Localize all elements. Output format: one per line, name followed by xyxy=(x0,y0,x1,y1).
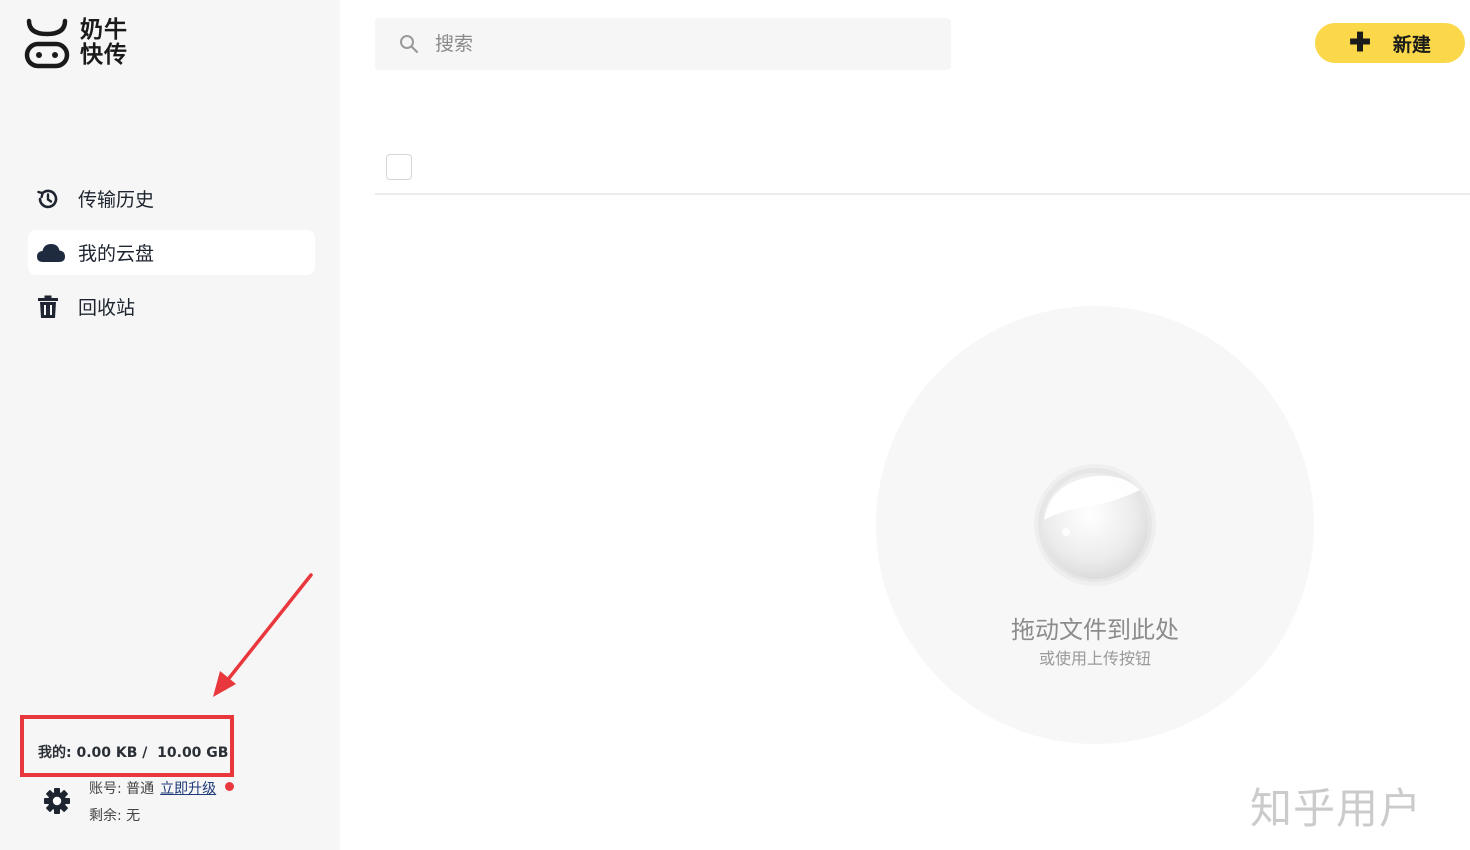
account-panel: 账号: 普通 立即升级 剩余: 无 xyxy=(38,776,298,836)
search-bar xyxy=(375,18,951,70)
sidebar-item-label: 回收站 xyxy=(78,297,136,319)
logo: 奶牛 快传 xyxy=(24,16,144,76)
drop-zone-title: 拖动文件到此处 xyxy=(1011,616,1179,644)
file-list-header xyxy=(375,140,1470,195)
cow-logo-icon xyxy=(24,18,70,69)
notification-dot xyxy=(225,782,235,791)
trash-icon xyxy=(36,295,66,319)
upgrade-link[interactable]: 立即升级 xyxy=(160,781,216,797)
plus-icon: ✚ xyxy=(1349,27,1371,57)
sidebar-item-transfer-history[interactable]: 传输历史 xyxy=(28,176,315,221)
brand-line-1: 奶牛 xyxy=(80,17,128,43)
app-window: 奶牛 快传 传输历史 我的云盘 回收站 我的: 0.00 KB / 10.00 … xyxy=(0,0,1470,850)
sidebar-item-my-cloud[interactable]: 我的云盘 xyxy=(28,230,315,275)
sidebar-item-label: 传输历史 xyxy=(78,189,155,211)
account-type: 账号: 普通 xyxy=(89,781,155,797)
drop-zone[interactable]: 拖动文件到此处 或使用上传按钮 xyxy=(876,306,1314,744)
new-button-label: 新建 xyxy=(1392,34,1431,56)
cloud-icon xyxy=(36,241,66,265)
drop-zone-subtitle: 或使用上传按钮 xyxy=(1038,649,1151,668)
new-button[interactable]: ✚ 新建 xyxy=(1315,23,1465,63)
account-type-line: 账号: 普通 立即升级 xyxy=(89,778,235,798)
search-icon xyxy=(400,35,419,54)
account-remaining: 剩余: 无 xyxy=(89,808,141,824)
annotation-arrow-icon xyxy=(213,573,313,697)
sidebar-item-recycle-bin[interactable]: 回收站 xyxy=(28,284,315,329)
history-icon xyxy=(36,187,66,211)
brand-line-2: 快传 xyxy=(80,42,128,68)
brand-name: 奶牛 快传 xyxy=(80,18,128,68)
sidebar-item-label: 我的云盘 xyxy=(78,243,155,265)
sidebar-nav: 传输历史 我的云盘 回收站 xyxy=(28,176,315,338)
search-input[interactable] xyxy=(435,18,935,70)
gear-icon[interactable] xyxy=(42,786,72,816)
select-all-checkbox[interactable] xyxy=(386,154,412,180)
storage-usage: 我的: 0.00 KB / 10.00 GB xyxy=(38,745,229,761)
bubble-orb-icon xyxy=(1034,464,1156,586)
watermark: 知乎用户 xyxy=(1250,784,1423,833)
